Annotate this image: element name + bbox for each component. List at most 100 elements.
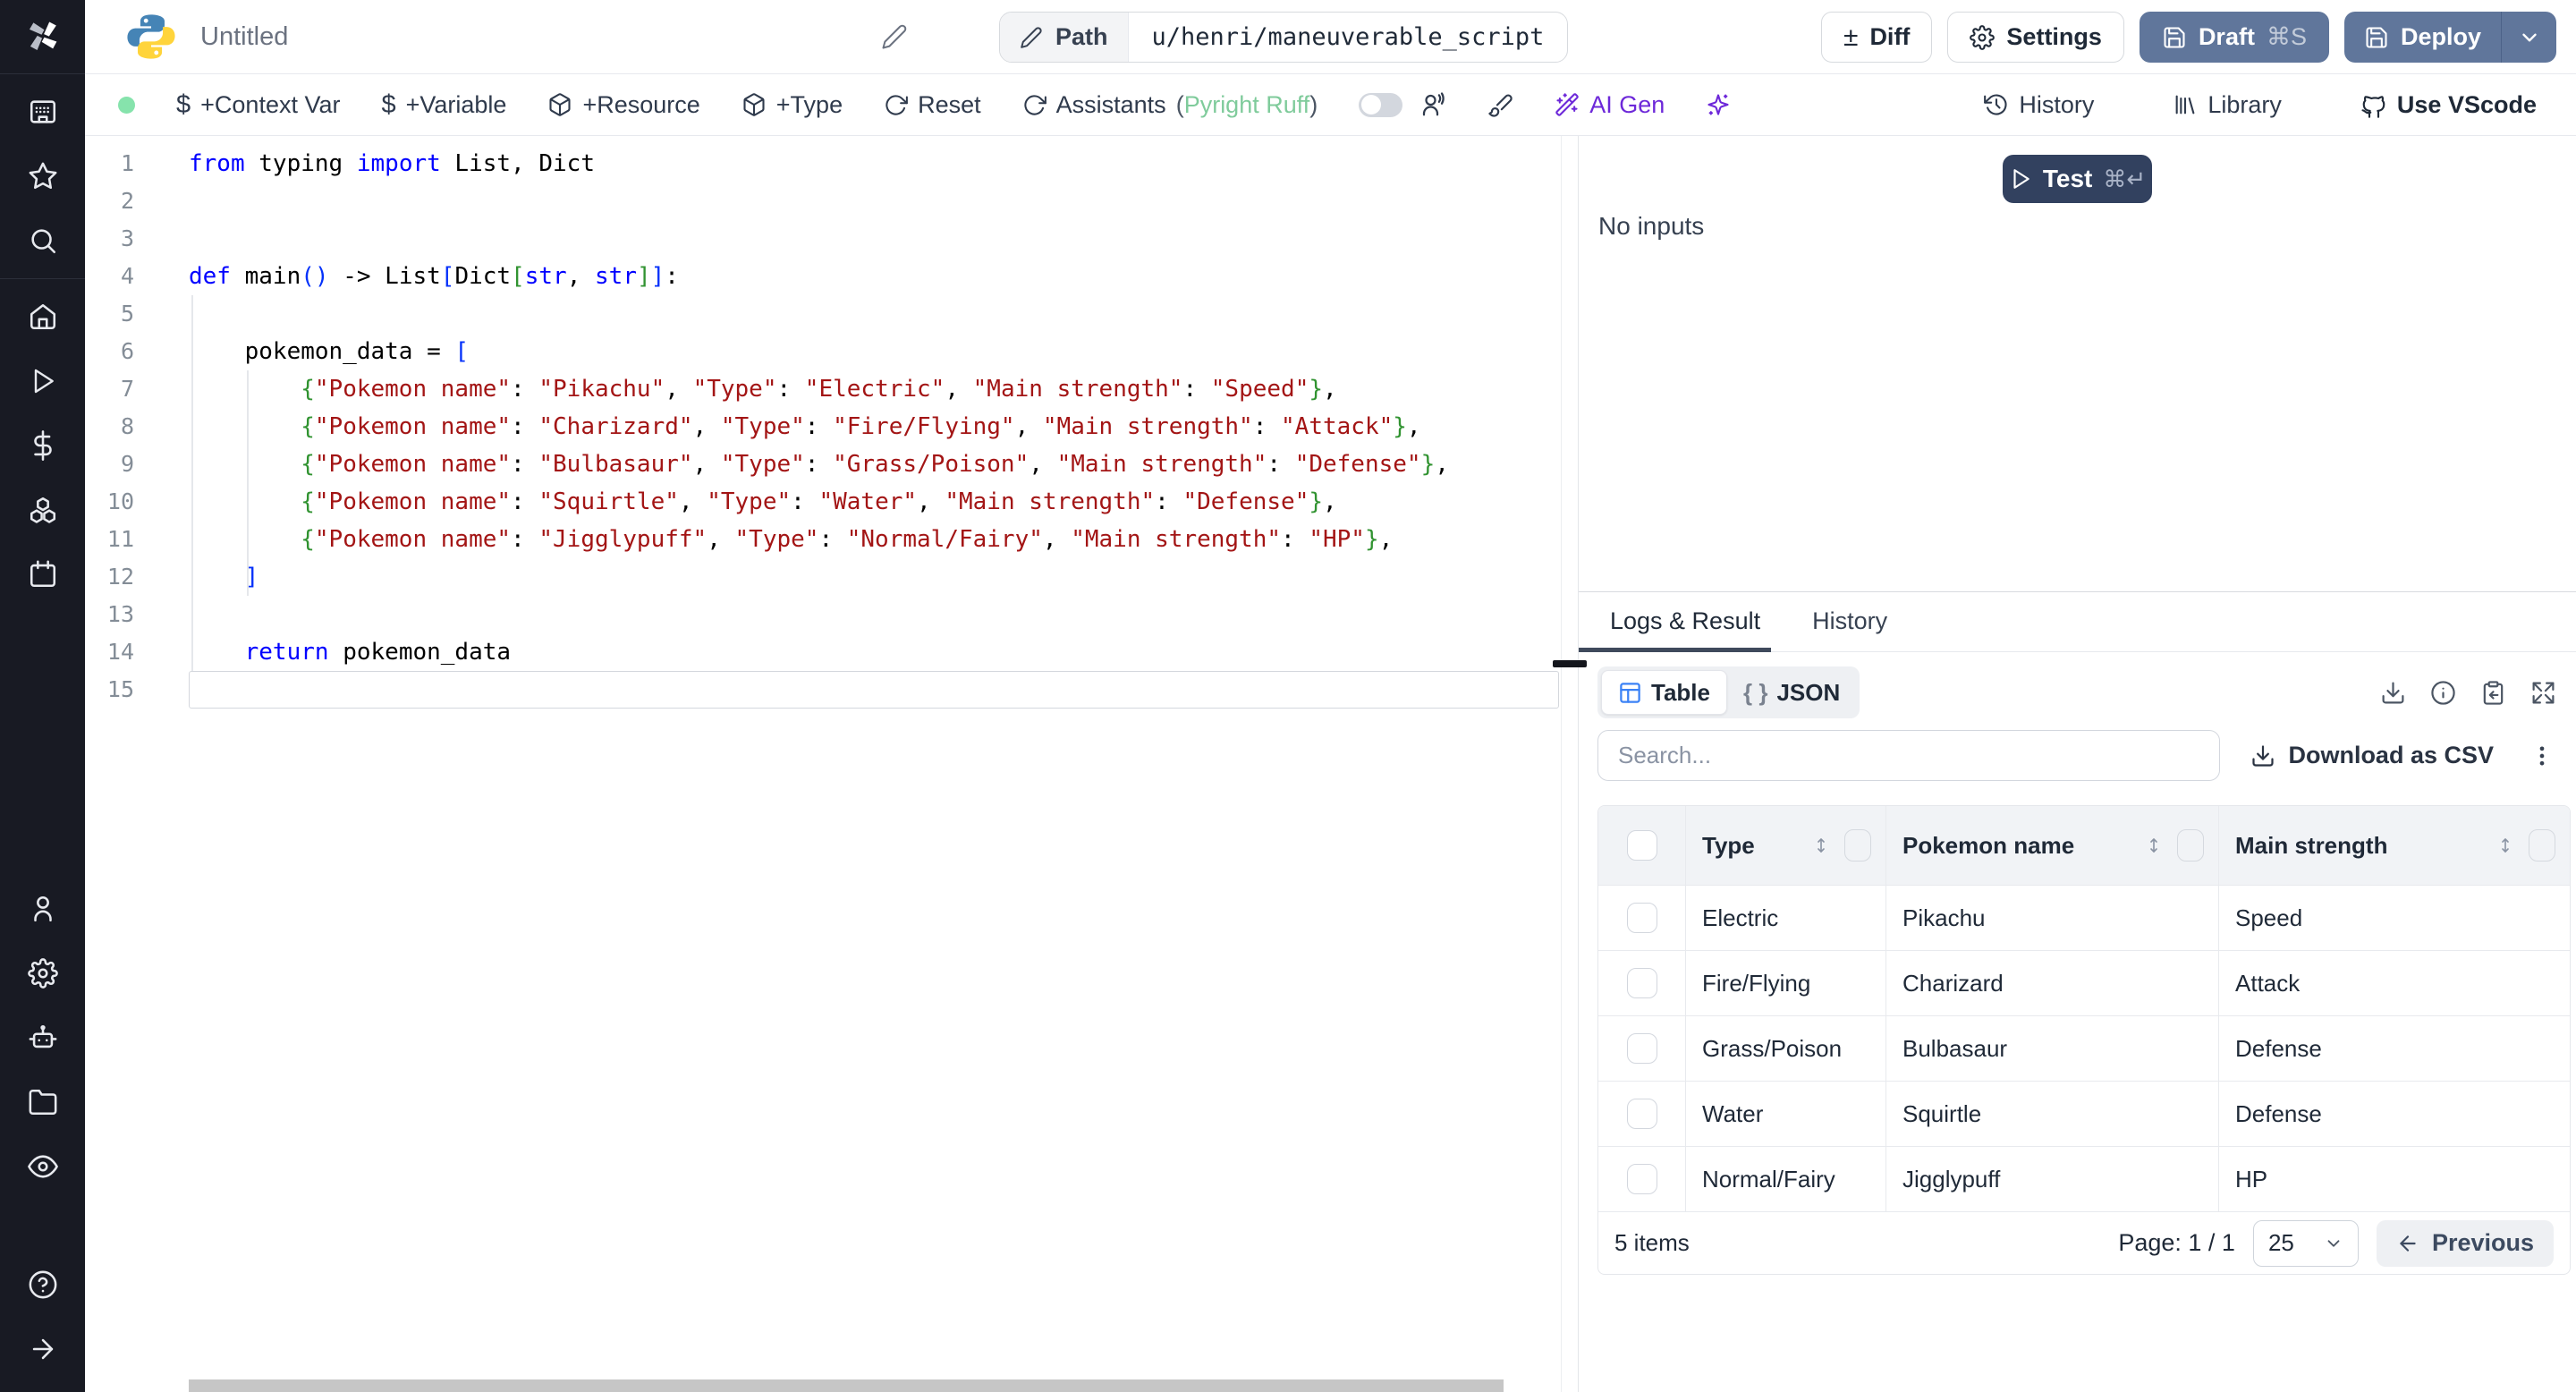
- editor-horizontal-scrollbar[interactable]: [189, 1379, 1504, 1392]
- deploy-dropdown-button[interactable]: [2501, 12, 2556, 63]
- no-inputs-label: No inputs: [1598, 212, 1705, 240]
- kebab-menu-icon[interactable]: [2529, 743, 2555, 768]
- diff-button[interactable]: ± Diff: [1820, 12, 1933, 63]
- code-line-9[interactable]: 9 {"Pokemon name": "Bulbasaur", "Type": …: [85, 446, 1561, 483]
- page-size-select[interactable]: 25: [2252, 1219, 2359, 1267]
- code-line-13[interactable]: 13: [85, 596, 1561, 633]
- sidebar-item-help[interactable]: [0, 1252, 85, 1317]
- splitter-drag-handle[interactable]: [1553, 660, 1587, 667]
- ai-gen-button[interactable]: AI Gen: [1555, 91, 1665, 119]
- sidebar-item-eye[interactable]: [0, 1134, 85, 1199]
- use-vscode-button[interactable]: Use VScode: [2360, 91, 2537, 119]
- sidebar-item-robot[interactable]: [0, 1006, 85, 1070]
- sidebar-item-folder[interactable]: [0, 1070, 85, 1134]
- sidebar-item-app-window[interactable]: [0, 80, 85, 144]
- sidebar-item-user[interactable]: [0, 877, 85, 941]
- row-checkbox[interactable]: [1626, 903, 1657, 933]
- tab-logs-result[interactable]: Logs & Result: [1579, 592, 1772, 652]
- add-variable-button[interactable]: $ +Variable: [381, 90, 506, 120]
- row-checkbox[interactable]: [1626, 968, 1657, 998]
- add-type-button[interactable]: +Type: [741, 91, 843, 119]
- table-row[interactable]: Electric Pikachu Speed: [1598, 885, 2570, 950]
- sidebar-item-gear[interactable]: [0, 941, 85, 1006]
- row-checkbox[interactable]: [1626, 1033, 1657, 1064]
- row-checkbox[interactable]: [1626, 1099, 1657, 1129]
- line-content: ]: [244, 564, 259, 590]
- result-search-input[interactable]: [1597, 730, 2220, 781]
- sidebar-item-arrow-right[interactable]: [0, 1317, 85, 1381]
- sidebar-item-calendar[interactable]: [0, 542, 85, 607]
- download-csv-button[interactable]: Download as CSV: [2250, 742, 2494, 769]
- assistants-button[interactable]: Assistants (Pyright Ruff): [1022, 91, 1318, 119]
- table-body: Electric Pikachu Speed Fire/Flying Charizard…: [1598, 885, 2570, 1211]
- view-table-button[interactable]: Table: [1601, 670, 1727, 715]
- view-json-button[interactable]: { } JSON: [1727, 670, 1856, 715]
- settings-button[interactable]: Settings: [1947, 12, 2124, 63]
- code-line-10[interactable]: 10 {"Pokemon name": "Squirtle", "Type": …: [85, 483, 1561, 521]
- sidebar-item-home[interactable]: [0, 284, 85, 349]
- history-button[interactable]: History: [1984, 91, 2094, 119]
- sort-icon[interactable]: [2143, 835, 2165, 856]
- sort-icon[interactable]: [1810, 835, 1832, 856]
- download-result-icon[interactable]: [2380, 680, 2406, 706]
- format-button[interactable]: [1487, 92, 1513, 118]
- column-filter-box[interactable]: [2529, 829, 2555, 862]
- script-path-field[interactable]: Path u/henri/maneuverable_script: [999, 12, 1569, 63]
- sort-icon[interactable]: [2495, 835, 2516, 856]
- windmill-logo[interactable]: [0, 0, 85, 74]
- code-line-7[interactable]: 7 {"Pokemon name": "Pikachu", "Type": "E…: [85, 370, 1561, 408]
- column-filter-box[interactable]: [1844, 829, 1871, 862]
- code-line-11[interactable]: 11 {"Pokemon name": "Jigglypuff", "Type"…: [85, 521, 1561, 558]
- code-line-2[interactable]: 2: [85, 182, 1561, 220]
- code-line-5[interactable]: 5: [85, 295, 1561, 333]
- table-row[interactable]: Fire/Flying Charizard Attack: [1598, 950, 2570, 1015]
- table-cell: Squirtle: [1886, 1082, 2219, 1146]
- tab-history[interactable]: History: [1812, 592, 1887, 651]
- draft-button[interactable]: Draft ⌘S: [2139, 12, 2329, 63]
- panel-splitter[interactable]: [1553, 136, 1587, 1392]
- library-icon: [2173, 92, 2198, 117]
- code-line-12[interactable]: 12 ]: [85, 558, 1561, 596]
- code-line-6[interactable]: 6 pokemon_data = [: [85, 333, 1561, 370]
- reset-button[interactable]: Reset: [884, 91, 981, 119]
- table-cell: Bulbasaur: [1886, 1016, 2219, 1081]
- library-button[interactable]: Library: [2173, 91, 2282, 119]
- previous-page-button[interactable]: Previous: [2376, 1219, 2554, 1267]
- code-line-15[interactable]: 15: [85, 671, 1561, 709]
- table-row[interactable]: Normal/Fairy Jigglypuff HP: [1598, 1146, 2570, 1211]
- sidebar-item-play[interactable]: [0, 349, 85, 413]
- sidebar-item-dollar[interactable]: [0, 413, 85, 478]
- select-all-checkbox[interactable]: [1626, 830, 1657, 861]
- sidebar-item-cubes[interactable]: [0, 478, 85, 542]
- expand-icon[interactable]: [2530, 680, 2556, 706]
- code-line-4[interactable]: 4 def main() -> List[Dict[str, str]]:: [85, 258, 1561, 295]
- add-resource-button[interactable]: +Resource: [547, 91, 700, 119]
- table-row[interactable]: Grass/Poison Bulbasaur Defense: [1598, 1015, 2570, 1081]
- copy-to-clipboard-icon[interactable]: [2480, 680, 2506, 706]
- code-line-8[interactable]: 8 {"Pokemon name": "Charizard", "Type": …: [85, 408, 1561, 446]
- line-number: 8: [120, 413, 134, 439]
- inputs-section: Test ⌘↵ No inputs: [1579, 136, 2576, 591]
- path-value: u/henri/maneuverable_script: [1151, 23, 1545, 51]
- info-icon[interactable]: [2430, 680, 2456, 706]
- code-line-14[interactable]: 14 return pokemon_data: [85, 633, 1561, 671]
- app-window: Untitled Path u/henri/maneuverable_scrip…: [0, 0, 2576, 1392]
- code-line-3[interactable]: 3: [85, 220, 1561, 258]
- add-context-var-button[interactable]: $ +Context Var: [176, 90, 340, 120]
- edit-summary-pencil-icon[interactable]: [881, 23, 908, 50]
- sidebar-item-search[interactable]: [0, 208, 85, 273]
- multiplayer-toggle[interactable]: [1359, 92, 1403, 117]
- help-icon: [28, 1269, 58, 1300]
- line-number: 7: [120, 376, 134, 402]
- code-line-1[interactable]: 1 from typing import List, Dict: [85, 145, 1561, 182]
- ai-sparkles-button[interactable]: [1706, 92, 1731, 117]
- column-filter-box[interactable]: [2177, 829, 2204, 862]
- code-editor[interactable]: 1 from typing import List, Dict 2 3 4 def mai…: [85, 136, 1561, 1392]
- row-checkbox[interactable]: [1626, 1164, 1657, 1194]
- path-label: Path: [1055, 23, 1108, 50]
- table-row[interactable]: Water Squirtle Defense: [1598, 1081, 2570, 1146]
- deploy-button[interactable]: Deploy: [2343, 12, 2501, 63]
- save-icon: [2162, 25, 2187, 50]
- test-button[interactable]: Test ⌘↵: [2003, 155, 2152, 203]
- sidebar-item-star[interactable]: [0, 144, 85, 208]
